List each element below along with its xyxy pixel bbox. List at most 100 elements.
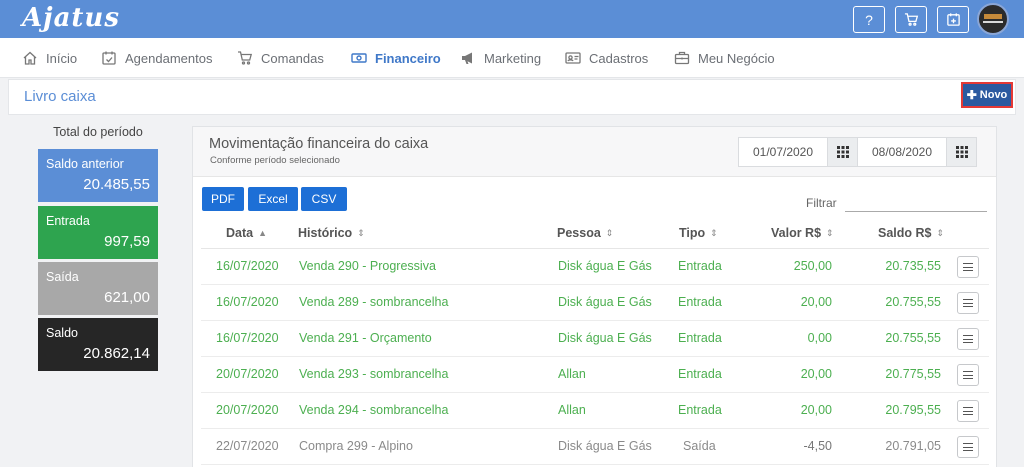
panel-header: Movimentação financeira do caixa Conform… [193,127,996,177]
cell-valor: 20,00 [800,367,832,381]
user-avatar[interactable] [977,3,1009,35]
export-csv-button[interactable]: CSV [301,187,347,211]
sort-icon: ⇕ [710,227,718,238]
cell-saldo: 20.791,05 [885,439,941,453]
sort-icon: ⇕ [357,227,365,238]
panel-title: Movimentação financeira do caixa [209,136,429,152]
row-menu-button[interactable] [957,292,979,314]
cell-historico: Venda 289 - sombrancelha [299,295,449,309]
cell-tipo: Saída [683,439,716,453]
cell-pessoa: Disk água E Gás [558,259,652,273]
row-menu-button[interactable] [957,256,979,278]
cell-historico: Venda 294 - sombrancelha [299,403,449,417]
export-excel-button[interactable]: Excel [248,187,298,211]
card-entrada: Entrada 997,59 [38,206,158,259]
cell-pessoa: Disk água E Gás [558,439,652,453]
table-row[interactable]: 20/07/2020 Venda 293 - sombrancelha Alla… [201,357,989,393]
col-header-valor[interactable]: Valor R$ ⇕ [771,226,834,240]
cell-valor: 20,00 [800,295,832,309]
hamburger-icon [963,299,973,307]
col-header-pessoa[interactable]: Pessoa ⇕ [557,226,613,240]
cell-valor: 20,00 [800,403,832,417]
cell-historico: Venda 291 - Orçamento [299,331,432,345]
col-header-label: Histórico [298,226,353,240]
hamburger-icon [963,407,973,415]
nav-item-inicio[interactable]: Início [22,38,77,78]
card-saida: Saída 621,00 [38,262,158,315]
cell-tipo: Entrada [678,259,722,273]
table-row[interactable]: 16/07/2020 Venda 289 - sombrancelha Disk… [201,285,989,321]
nav-label: Agendamentos [125,50,213,66]
app-logo[interactable]: Ajatus [22,3,120,33]
hamburger-icon [963,263,973,271]
id-card-icon [565,52,581,64]
hamburger-icon [963,335,973,343]
col-header-saldo[interactable]: Saldo R$ ⇕ [878,226,944,240]
date-to-input[interactable]: 08/08/2020 [858,138,946,166]
nav-label: Financeiro [375,50,441,66]
cell-pessoa: Allan [558,367,586,381]
col-header-label: Data [226,226,254,240]
table-row[interactable]: 22/07/2020 Compra 299 - Alpino Disk água… [201,429,989,465]
row-menu-button[interactable] [957,364,979,386]
cell-pessoa: Allan [558,403,586,417]
hamburger-icon [963,443,973,451]
card-value: 621,00 [104,289,150,306]
panel-subtitle: Conforme período selecionado [210,155,340,166]
cell-data: 22/07/2020 [216,439,279,453]
col-header-historico[interactable]: Histórico ⇕ [298,226,365,240]
cell-historico: Venda 290 - Progressiva [299,259,436,273]
date-from-calendar-button[interactable] [827,138,857,166]
plus-icon: ✚ [966,88,977,102]
cart-button[interactable] [895,6,927,33]
nav-item-marketing[interactable]: Marketing [460,38,541,78]
row-menu-button[interactable] [957,328,979,350]
megaphone-icon [462,52,472,64]
top-bar: Ajatus ? [0,0,1024,38]
card-value: 20.862,14 [83,345,150,362]
avatar-logo-line [983,21,1003,23]
table-row[interactable]: 16/07/2020 Venda 290 - Progressiva Disk … [201,249,989,285]
table-row[interactable]: 20/07/2020 Venda 294 - sombrancelha Alla… [201,393,989,429]
row-menu-button[interactable] [957,400,979,422]
card-value: 20.485,55 [83,176,150,193]
col-header-label: Tipo [679,226,706,240]
card-label: Saída [46,270,79,284]
col-header-label: Pessoa [557,226,601,240]
money-icon [351,53,367,63]
col-header-tipo[interactable]: Tipo ⇕ [679,226,718,240]
page-header: Livro caixa ✚ Novo [8,79,1016,115]
cell-saldo: 20.755,55 [885,331,941,345]
nav-label: Meu Negócio [698,50,775,66]
hamburger-icon [963,371,973,379]
cell-tipo: Entrada [678,403,722,417]
nav-item-agendamentos[interactable]: Agendamentos [101,38,212,78]
new-entry-button[interactable]: ✚ Novo [961,82,1013,108]
sort-icon: ⇕ [605,227,614,238]
cell-saldo: 20.735,55 [885,259,941,273]
col-header-data[interactable]: Data ▲ [226,226,267,240]
cell-valor: 250,00 [793,259,832,273]
card-saldo-anterior: Saldo anterior 20.485,55 [38,149,158,202]
nav-item-comandas[interactable]: Comandas [237,38,324,78]
filter-input[interactable] [845,211,987,212]
export-pdf-button[interactable]: PDF [202,187,244,211]
nav-label: Início [46,50,78,66]
nav-item-cadastros[interactable]: Cadastros [565,38,648,78]
page-title: Livro caixa [24,88,96,105]
date-from-input[interactable]: 01/07/2020 [739,138,827,166]
date-to-calendar-button[interactable] [946,138,976,166]
nav-item-financeiro[interactable]: Financeiro [351,38,441,78]
help-button[interactable]: ? [853,6,885,33]
date-to-picker: 08/08/2020 [857,137,977,167]
calendar-check-icon [102,51,116,65]
table-row[interactable]: 16/07/2020 Venda 291 - Orçamento Disk ág… [201,321,989,357]
col-header-label: Saldo R$ [878,226,932,240]
calendar-button[interactable] [937,6,969,33]
row-menu-button[interactable] [957,436,979,458]
nav-label: Cadastros [589,50,649,66]
cart-icon [904,13,918,26]
summary-title: Total do período [53,125,143,139]
nav-item-meu-negocio[interactable]: Meu Negócio [674,38,775,78]
help-icon: ? [865,11,873,28]
